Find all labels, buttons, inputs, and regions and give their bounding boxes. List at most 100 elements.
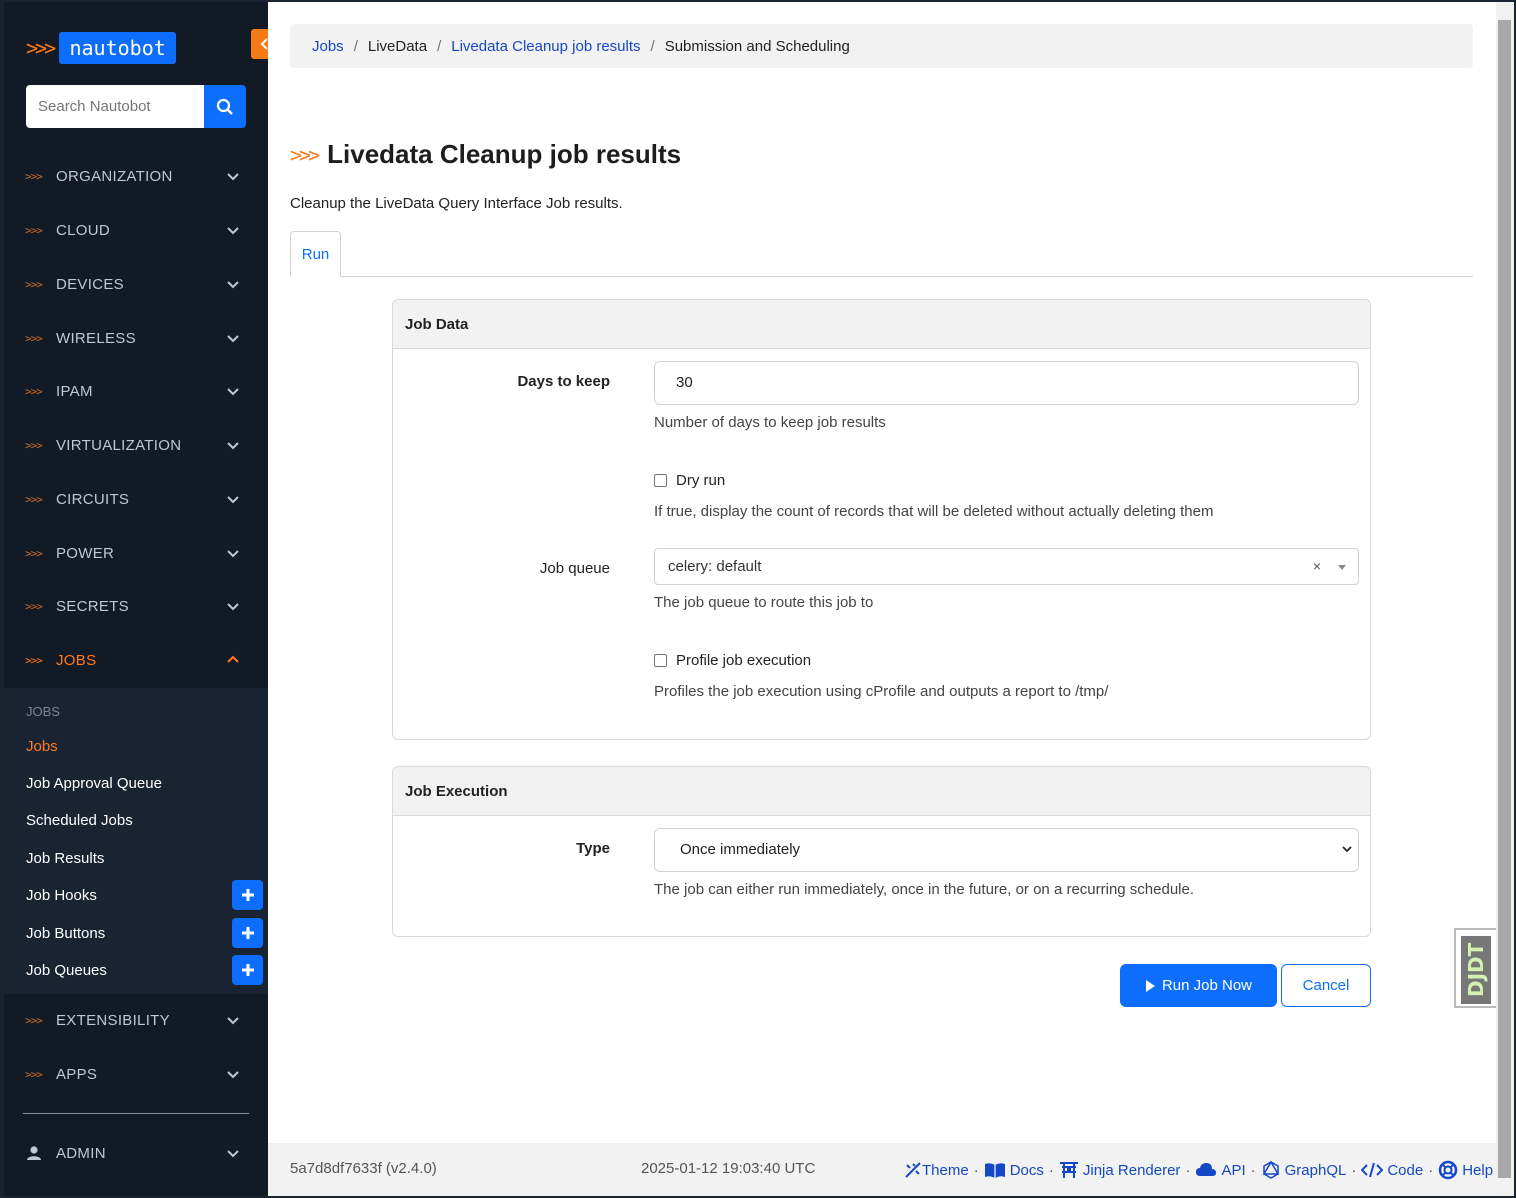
footer-separator: · bbox=[1428, 1161, 1434, 1179]
nav-label: POWER bbox=[56, 544, 115, 562]
nav-chevrons-icon: >>> bbox=[25, 546, 43, 560]
page-scrollbar[interactable] bbox=[1496, 2, 1514, 1196]
add-job-button-button[interactable] bbox=[232, 918, 263, 948]
plus-icon bbox=[241, 889, 254, 901]
nav-devices[interactable]: >>> DEVICES bbox=[4, 264, 268, 304]
nav-wireless[interactable]: >>> WIRELESS bbox=[4, 318, 268, 358]
nav-virtualization[interactable]: >>> VIRTUALIZATION bbox=[4, 425, 268, 465]
clear-selection-icon[interactable]: × bbox=[1313, 549, 1321, 584]
footer-separator: · bbox=[1185, 1161, 1191, 1179]
chevron-down-icon bbox=[227, 496, 239, 504]
profile-help: Profiles the job execution using cProfil… bbox=[654, 683, 1109, 700]
nav-chevrons-icon: >>> bbox=[25, 277, 43, 291]
chevron-up-icon bbox=[227, 655, 239, 663]
graphql-icon bbox=[1262, 1160, 1279, 1179]
sidebar-item-job-queues[interactable]: Job Queues bbox=[26, 962, 107, 979]
profile-checkbox[interactable] bbox=[654, 654, 667, 667]
nav-secrets[interactable]: >>> SECRETS bbox=[4, 586, 268, 626]
sidebar-item-job-buttons[interactable]: Job Buttons bbox=[26, 925, 105, 942]
add-job-hook-button[interactable] bbox=[232, 880, 263, 910]
breadcrumb-jobs[interactable]: Jobs bbox=[312, 38, 344, 55]
chevron-down-icon bbox=[227, 173, 239, 181]
job-execution-panel: Job Execution Type Once immediately The … bbox=[392, 766, 1371, 937]
add-job-queue-button[interactable] bbox=[232, 955, 263, 985]
plus-icon bbox=[241, 964, 254, 976]
footer-separator: · bbox=[1250, 1161, 1256, 1179]
breadcrumb-current: Submission and Scheduling bbox=[664, 37, 850, 55]
main-content: Jobs / LiveData / Livedata Cleanup job r… bbox=[268, 2, 1496, 1196]
footer-timestamp: 2025-01-12 19:03:40 UTC bbox=[641, 1160, 816, 1177]
play-icon bbox=[1145, 979, 1155, 992]
footer-theme-link[interactable]: Theme bbox=[904, 1161, 969, 1179]
sidebar-item-jobs[interactable]: Jobs bbox=[26, 738, 58, 755]
cancel-button[interactable]: Cancel bbox=[1281, 964, 1371, 1007]
nav-apps[interactable]: >>> APPS bbox=[4, 1054, 268, 1094]
footer-graphql-link[interactable]: GraphQL bbox=[1261, 1160, 1346, 1180]
nav-label: WIRELESS bbox=[56, 329, 136, 347]
nav-extensibility[interactable]: >>> EXTENSIBILITY bbox=[4, 1000, 268, 1040]
search-input[interactable] bbox=[26, 85, 204, 128]
chevron-down-icon bbox=[227, 1017, 239, 1025]
chevron-down-icon bbox=[227, 550, 239, 558]
nav-power[interactable]: >>> POWER bbox=[4, 533, 268, 573]
search-form bbox=[26, 85, 246, 128]
nav-circuits[interactable]: >>> CIRCUITS bbox=[4, 479, 268, 519]
breadcrumb-separator: / bbox=[650, 37, 655, 55]
dry-run-label: Dry run bbox=[676, 472, 726, 489]
chevron-down-icon bbox=[1342, 846, 1352, 853]
footer-link-label: Help bbox=[1462, 1161, 1494, 1179]
job-execution-heading: Job Execution bbox=[393, 767, 1370, 816]
chevron-down-icon bbox=[227, 603, 239, 611]
user-icon bbox=[27, 1146, 41, 1160]
nav-chevrons-icon: >>> bbox=[25, 492, 43, 506]
sidebar: >>> nautobot >>> ORGANIZATION >>> CLOUD >>… bbox=[4, 2, 279, 1196]
nav-label: APPS bbox=[56, 1065, 98, 1083]
job-queue-select[interactable]: celery: default × bbox=[654, 548, 1359, 585]
days-to-keep-label: Days to keep bbox=[517, 373, 610, 390]
nav-organization[interactable]: >>> ORGANIZATION bbox=[4, 156, 268, 196]
book-open-icon bbox=[984, 1163, 1005, 1178]
page-title-text: Livedata Cleanup job results bbox=[327, 139, 682, 169]
nav-jobs[interactable]: >>> JOBS bbox=[4, 640, 268, 680]
sidebar-item-job-approval-queue[interactable]: Job Approval Queue bbox=[26, 775, 162, 792]
days-to-keep-input[interactable]: 30 bbox=[654, 361, 1359, 405]
sidebar-item-scheduled-jobs[interactable]: Scheduled Jobs bbox=[26, 812, 133, 829]
nav-chevrons-icon: >>> bbox=[25, 331, 43, 345]
cloud-icon bbox=[1196, 1163, 1217, 1176]
run-job-now-button[interactable]: Run Job Now bbox=[1120, 964, 1277, 1007]
nav-label: VIRTUALIZATION bbox=[56, 436, 182, 454]
nav-admin[interactable]: ADMIN bbox=[4, 1133, 268, 1173]
breadcrumb-job[interactable]: Livedata Cleanup job results bbox=[451, 38, 640, 55]
tab-run[interactable]: Run bbox=[290, 231, 341, 277]
dry-run-checkbox[interactable] bbox=[654, 474, 667, 487]
django-debug-toolbar-handle[interactable]: DJDT bbox=[1454, 928, 1496, 1008]
footer-code-link[interactable]: Code bbox=[1361, 1161, 1423, 1179]
footer-api-link[interactable]: API bbox=[1195, 1161, 1246, 1179]
footer-link-label: Theme bbox=[922, 1161, 969, 1179]
breadcrumb-livedata: LiveData bbox=[367, 37, 428, 55]
footer-docs-link[interactable]: Docs bbox=[984, 1161, 1044, 1179]
nav-label: SECRETS bbox=[56, 597, 129, 615]
nav-label: ORGANIZATION bbox=[56, 167, 173, 185]
run-job-now-label: Run Job Now bbox=[1161, 977, 1253, 994]
sidebar-divider bbox=[23, 1113, 249, 1114]
footer-link-label: API bbox=[1221, 1161, 1246, 1179]
type-select[interactable]: Once immediately bbox=[654, 828, 1359, 872]
scrollbar-thumb[interactable] bbox=[1498, 20, 1511, 1178]
nav-label: ADMIN bbox=[56, 1144, 106, 1162]
chevron-down-icon bbox=[227, 227, 239, 235]
job-queue-help: The job queue to route this job to bbox=[654, 594, 874, 611]
footer-jinja-link[interactable]: Jinja Renderer bbox=[1059, 1161, 1180, 1179]
chevron-down-icon bbox=[227, 442, 239, 450]
footer-separator: · bbox=[1048, 1161, 1054, 1179]
footer-link-label: Docs bbox=[1009, 1161, 1044, 1179]
nav-ipam[interactable]: >>> IPAM bbox=[4, 371, 268, 411]
search-button[interactable] bbox=[204, 85, 246, 128]
footer-help-link[interactable]: Help bbox=[1438, 1160, 1493, 1180]
nautobot-logo[interactable]: >>> nautobot bbox=[26, 31, 177, 65]
dropdown-caret-icon bbox=[1338, 565, 1346, 570]
nav-cloud[interactable]: >>> CLOUD bbox=[4, 210, 268, 250]
theme-icon bbox=[905, 1162, 921, 1178]
sidebar-item-job-results[interactable]: Job Results bbox=[26, 850, 104, 867]
sidebar-item-job-hooks[interactable]: Job Hooks bbox=[26, 887, 97, 904]
